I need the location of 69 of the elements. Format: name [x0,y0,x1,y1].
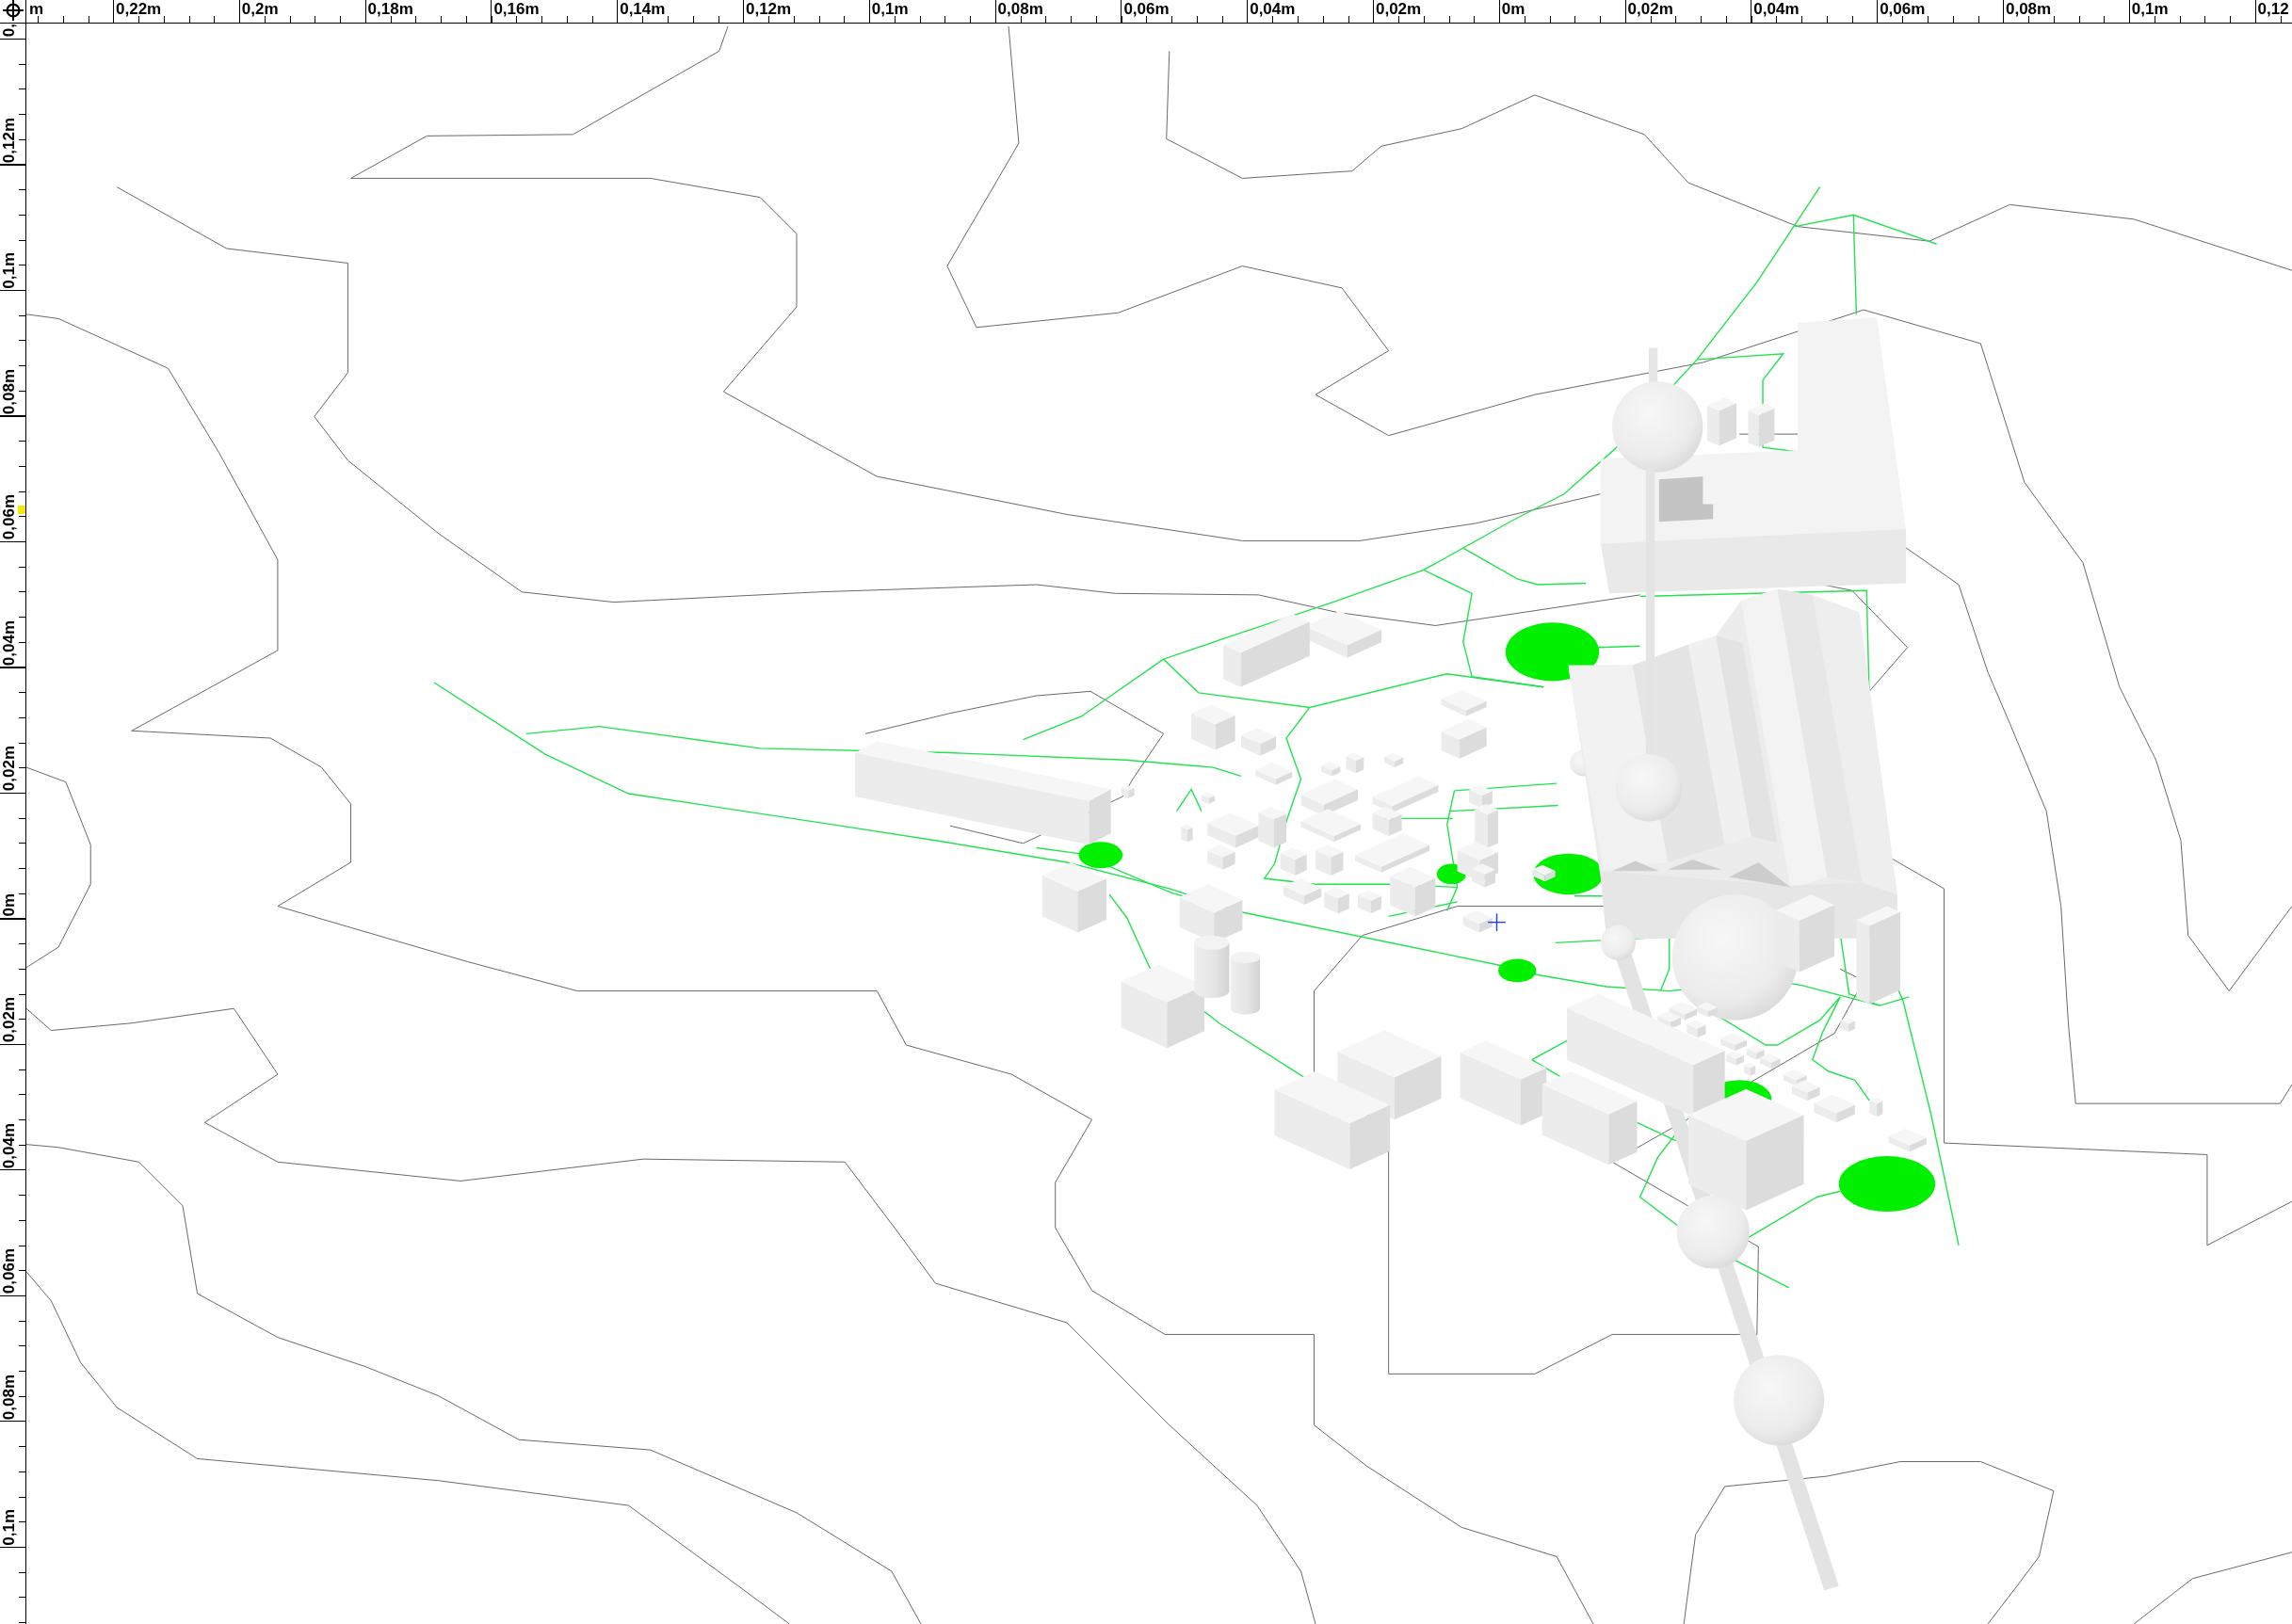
ruler-label: 0,06m [1,1248,17,1294]
ruler-label: 0,08m [1,368,17,414]
ruler-label: 0,02m [1375,1,1422,17]
building [1783,1069,1807,1086]
ruler-label: 0,04m [1753,1,1800,17]
building [1255,763,1293,785]
ruler-label: 0m [1501,1,1525,17]
building [1759,1053,1781,1069]
building [1743,1062,1756,1076]
path-line [1531,1039,1568,1061]
planted-area [1498,958,1537,983]
ruler-label: 0, [1,24,17,38]
building [1300,809,1362,843]
cursor-marker [18,506,25,514]
building [1384,752,1404,768]
building [1121,784,1135,798]
building [1191,704,1235,750]
ruler-label: 0,12m [1,117,17,163]
sphere [1600,925,1636,960]
ruler-label: 0,02m [1,746,17,792]
ruler-label: 0,1m [871,1,909,17]
ruler-label: 0m [1,893,17,917]
ruler-label: 0,04m [1250,1,1296,17]
building [1300,779,1359,816]
building [1441,718,1487,759]
building [1441,689,1487,716]
building [1746,1045,1765,1060]
ruler-label: 0,22m [116,1,162,17]
ruler-label: 0,08m [997,1,1043,17]
crosshair-icon [1487,912,1507,932]
building [1315,844,1344,876]
path-line [1531,1058,1562,1078]
building [1324,887,1349,914]
ruler-label: 0,02m [1,997,17,1043]
building [1283,878,1322,905]
ruler-label: 0,18m [367,1,413,17]
ruler-label: 0,12 [2257,1,2289,17]
building [1358,890,1381,914]
building [1888,1128,1927,1152]
building [1181,824,1193,843]
ruler-label: 0,16m [493,1,540,17]
ruler-label: 0,04m [1,1122,17,1168]
pole [1648,347,1658,383]
ruler-label: 0,08m [2005,1,2052,17]
building [1201,792,1215,804]
ruler-label: 0,1m [1,251,17,289]
ruler-label: 0,1m [2131,1,2169,17]
cylinder [1231,951,1261,1015]
ruler-label: 0,08m [1,1374,17,1420]
ruler-label: 0,02m [1627,1,1673,17]
building [1240,728,1277,756]
ruler-label: 0,06m [1123,1,1170,17]
ruler-label: 0,06m [1,494,17,540]
ruler-label: 0,04m [1,619,17,666]
ruler-label: 0,06m [1880,1,1926,17]
building [1869,1097,1883,1118]
building [1840,1017,1855,1033]
building [1462,910,1493,933]
ruler-label: 0,2m [241,1,279,17]
cylinder [1194,935,1230,999]
building [1531,864,1556,882]
ruler-label: 0,14m [620,1,666,17]
ruler-label: 0,1m [1,1508,17,1546]
building [1346,752,1364,774]
planted-area [1078,842,1123,869]
sphere [1615,754,1683,822]
building [1321,762,1341,777]
ruler-label: m [29,1,44,17]
ruler-label: 0,12m [746,1,792,17]
